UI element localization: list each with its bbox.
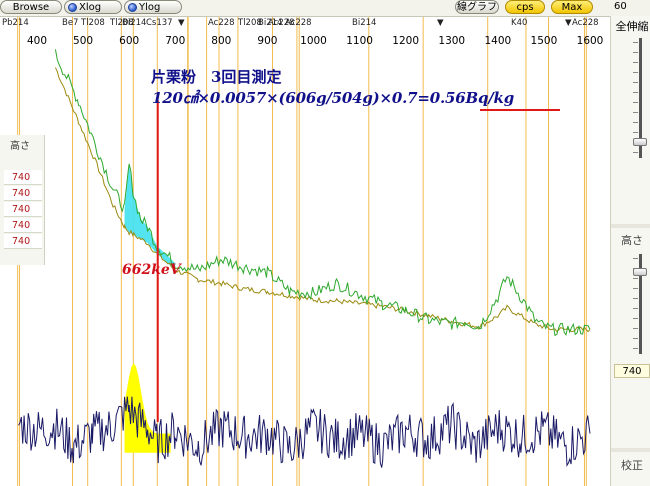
formula-prefix: 120㎠×0.0057×(606g/504g)×0.7=	[152, 89, 430, 107]
xlog-toggle[interactable]: Xlog	[64, 0, 122, 14]
zoom-slider-tick	[633, 92, 638, 93]
height-slider-tick	[633, 278, 638, 279]
height-slider-tick	[633, 338, 638, 339]
ylog-toggle[interactable]: Ylog	[124, 0, 182, 14]
height-slider-tick	[633, 298, 638, 299]
height-slider-tick	[633, 308, 638, 309]
height-slider-tick	[633, 328, 638, 329]
zoom-all-title: 全伸縮	[615, 20, 649, 33]
line-graph-button[interactable]: 線グラフ	[455, 0, 499, 14]
formula-result: 0.56Bq/kg	[429, 89, 515, 107]
nuclide-label: K40	[511, 18, 528, 28]
calibration-title[interactable]: 校正	[614, 457, 650, 473]
ylog-label: Ylog	[139, 2, 161, 13]
energy-tick-label: 700	[165, 35, 186, 47]
energy-tick-label: 1400	[484, 35, 512, 47]
zoom-slider-tick	[633, 42, 638, 43]
side-control-panel: 全伸縮 高さ 740 校正	[610, 16, 650, 486]
energy-tick-label: 1000	[300, 35, 327, 47]
height-title: 高さ	[621, 234, 643, 247]
nuclide-label: Tl208	[81, 18, 105, 28]
height-slider-thumb[interactable]	[633, 268, 647, 276]
height-table-header: 高さ	[10, 141, 30, 152]
nuclide-label: Be7	[62, 18, 79, 28]
zoom-slider-tick	[633, 122, 638, 123]
energy-axis: 400 500 600 700 800 900 1000 1100 1200 1300 1400 15…	[0, 17, 609, 47]
energy-tick-label: 500	[73, 35, 94, 47]
height-slider-tick	[633, 318, 638, 319]
xlog-label: Xlog	[79, 2, 102, 13]
panel-divider	[611, 448, 650, 452]
panel-divider	[611, 224, 650, 228]
energy-tick-label: 1300	[438, 35, 466, 47]
nuclide-label: Ac228	[285, 18, 312, 28]
energy-tick-label: 1600	[576, 35, 604, 47]
height-row[interactable]: 740	[4, 234, 42, 249]
zoom-slider-thumb[interactable]	[633, 138, 647, 146]
energy-tick-label: 1500	[530, 35, 558, 47]
toolbar: Browse Xlog Ylog 線グラフ cps Max 60	[0, 0, 650, 17]
height-slider-tick	[633, 288, 638, 289]
annotation-title: 片栗粉 3回目測定	[151, 68, 282, 86]
nuclide-label: ▼	[437, 18, 444, 28]
nuclide-label: Bi214	[352, 18, 377, 28]
zoom-slider-tick	[633, 52, 638, 53]
height-slider-tick	[633, 258, 638, 259]
height-value[interactable]: 740	[614, 364, 650, 378]
max-button[interactable]: Max	[551, 0, 593, 14]
zoom-slider-tick	[633, 82, 638, 83]
energy-tick-label: 800	[211, 35, 232, 47]
height-row[interactable]: 740	[4, 218, 42, 233]
ylog-radio-icon	[128, 3, 137, 12]
difference-spectrum-line	[18, 396, 591, 468]
nuclide-label: ▼	[178, 18, 185, 28]
nuclide-label: Ac228	[572, 18, 599, 28]
zoom-slider-tick	[633, 112, 638, 113]
nuclide-label: ▼	[565, 18, 572, 28]
zoom-slider-tick	[633, 102, 638, 103]
energy-tick-label: 400	[26, 35, 48, 47]
energy-tick-label: 600	[119, 35, 140, 47]
zoom-slider-tick	[633, 62, 638, 63]
xlog-radio-icon	[68, 3, 77, 12]
height-row[interactable]: 740	[4, 186, 42, 201]
annotation-formula: 120㎠×0.0057×(606g/504g)×0.7=0.56Bq/kg	[152, 87, 514, 108]
nuclide-label: Pb214	[2, 18, 29, 28]
energy-tick-label: 1100	[346, 35, 373, 47]
cps-button[interactable]: cps	[505, 0, 545, 14]
cs137-energy-label: 662keV	[122, 262, 181, 278]
nuclide-label: Bi214	[122, 18, 147, 28]
height-row[interactable]: 740	[4, 202, 42, 217]
nuclide-label: Ac228	[208, 18, 235, 28]
zoom-slider-tick	[633, 132, 638, 133]
scale-value: 60	[614, 1, 627, 12]
height-table: 高さ 740 740 740 740 740	[0, 135, 45, 265]
height-row[interactable]: 740	[4, 170, 42, 185]
zoom-slider-tick	[633, 152, 638, 153]
nuclide-label: Cs137	[146, 18, 173, 28]
energy-tick-label: 900	[257, 35, 278, 47]
browse-button[interactable]: Browse	[0, 0, 62, 14]
height-slider-tick	[633, 348, 638, 349]
energy-tick-label: 1200	[392, 35, 420, 47]
zoom-slider-tick	[633, 72, 638, 73]
